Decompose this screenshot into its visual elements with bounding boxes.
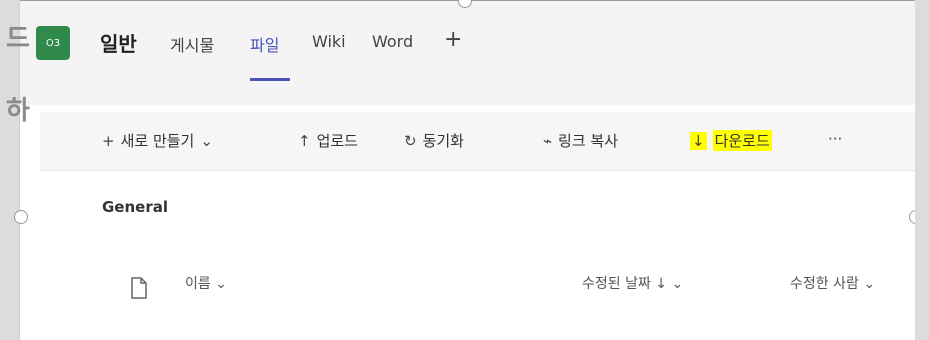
more-button[interactable]: ···: [828, 130, 842, 148]
content-area: [40, 300, 929, 340]
modified-column-header[interactable]: 수정된 날짜 ↓ ⌄: [582, 273, 683, 293]
left-edge-glyph: 드: [6, 24, 30, 54]
team-badge-label: O3: [45, 37, 61, 49]
new-button[interactable]: + 새로 만들기 ⌄: [102, 130, 213, 151]
tab-files[interactable]: 파일: [250, 32, 279, 56]
left-edge-glyph: 하: [6, 96, 30, 126]
document-icon: [131, 277, 147, 299]
chevron-down-icon: ⌄: [200, 131, 213, 150]
chevron-down-icon: ⌄: [863, 276, 876, 292]
chevron-down-icon: ⌄: [215, 276, 227, 292]
download-label: 다운로드: [712, 130, 772, 151]
plus-icon: +: [102, 131, 115, 150]
tab-word[interactable]: Word: [372, 32, 413, 51]
active-tab-indicator: [250, 78, 290, 81]
copy-link-button[interactable]: ⌁ 링크 복사: [543, 130, 618, 151]
modified-by-column-header[interactable]: 수정한 사람 ⌄: [790, 273, 875, 293]
name-column-header[interactable]: 이름 ⌄: [185, 273, 227, 293]
teams-window: O3 일반 게시물 파일 Wiki Word + + 새로 만들기 ⌄ ↑ 업로…: [20, 0, 929, 340]
upload-icon: ↑: [298, 131, 311, 150]
add-tab-button[interactable]: +: [444, 27, 462, 52]
right-margin: [915, 0, 929, 340]
sync-button[interactable]: ↻ 동기화: [404, 130, 464, 151]
upload-button[interactable]: ↑ 업로드: [298, 130, 358, 151]
chevron-down-icon: ⌄: [671, 276, 684, 292]
tab-posts[interactable]: 게시물: [170, 32, 214, 56]
folder-title: General: [102, 198, 168, 216]
modified-by-column-label: 수정한 사람: [790, 276, 859, 292]
more-label: ···: [828, 130, 843, 148]
file-toolbar: + 새로 만들기 ⌄ ↑ 업로드 ↻ 동기화 ⌁ 링크 복사 ↓ 다운로드 ··…: [40, 112, 929, 171]
upload-label: 업로드: [316, 132, 358, 150]
tab-wiki[interactable]: Wiki: [312, 32, 346, 51]
new-label: 새로 만들기: [120, 132, 195, 150]
modified-column-label: 수정된 날짜 ↓: [582, 276, 668, 292]
sync-icon: ↻: [404, 131, 417, 150]
channel-header: O3 일반 게시물 파일 Wiki Word +: [20, 0, 915, 105]
download-button[interactable]: ↓ 다운로드: [690, 130, 772, 151]
channel-name: 일반: [100, 32, 137, 56]
link-icon: ⌁: [543, 131, 553, 150]
sync-label: 동기화: [422, 132, 464, 150]
download-icon: ↓: [690, 131, 707, 150]
resize-handle-left[interactable]: [14, 210, 28, 224]
team-avatar[interactable]: O3: [36, 26, 70, 60]
copy-link-label: 링크 복사: [558, 132, 618, 150]
name-column-label: 이름: [185, 276, 211, 292]
